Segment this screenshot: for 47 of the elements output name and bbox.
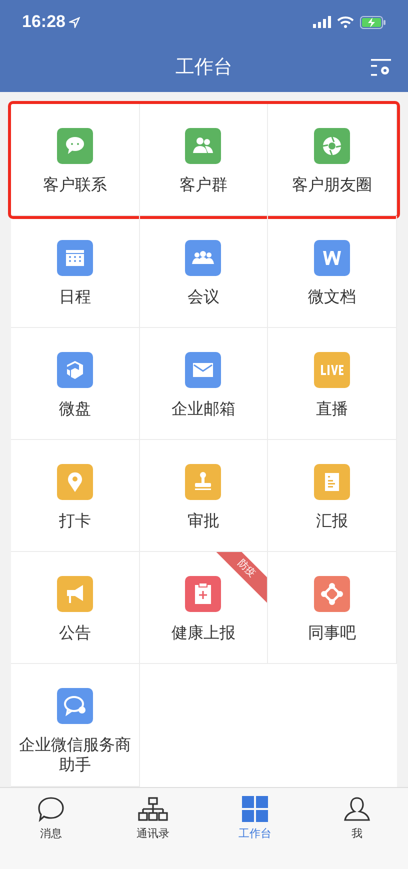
app-tile[interactable]: 会议 <box>140 216 268 328</box>
app-label: 企业邮箱 <box>170 400 236 420</box>
tab-bar-item[interactable]: 消息 <box>0 796 102 869</box>
app-tile[interactable]: 微文档 <box>268 216 397 328</box>
tab-bar-item[interactable]: 我 <box>306 796 408 869</box>
app-tile[interactable]: 审批 <box>140 440 268 552</box>
app-tile[interactable]: 企业微信服务商助手 <box>11 664 140 787</box>
app-tile[interactable]: 客户群 <box>140 104 268 216</box>
app-label: 微盘 <box>58 400 92 420</box>
chat-bubble-icon <box>37 796 65 822</box>
battery-charging-icon <box>360 16 386 28</box>
tab-bar-item[interactable]: 通讯录 <box>102 796 204 869</box>
app-tile[interactable]: 日程 <box>11 216 140 328</box>
app-label: 同事吧 <box>307 624 358 644</box>
app-tile[interactable]: 健康上报 防疫 <box>140 552 268 664</box>
app-tile[interactable]: 客户朋友圈 <box>268 104 397 216</box>
app-label: 日程 <box>58 288 92 308</box>
app-label: 客户联系 <box>42 176 108 196</box>
app-tile[interactable]: 汇报 <box>268 440 397 552</box>
app-label: 健康上报 <box>170 624 236 644</box>
app-tile[interactable]: 微盘 <box>11 328 140 440</box>
app-tile[interactable]: 公告 <box>11 552 140 664</box>
app-label: 公告 <box>58 624 92 644</box>
app-label: 会议 <box>186 288 220 308</box>
grid-icon <box>242 796 268 822</box>
tab-bar-item[interactable]: 工作台 <box>204 796 306 869</box>
app-tile[interactable]: 直播 <box>268 328 397 440</box>
page-title: 工作台 <box>176 56 232 80</box>
app-tile[interactable]: 客户联系 <box>11 104 140 216</box>
app-label: 直播 <box>315 400 350 420</box>
person-icon <box>343 796 371 822</box>
app-tile[interactable]: 企业邮箱 <box>140 328 268 440</box>
settings-icon[interactable] <box>371 59 391 77</box>
app-tile[interactable]: 打卡 <box>11 440 140 552</box>
app-label: 客户朋友圈 <box>291 176 374 196</box>
location-arrow-icon <box>69 16 80 28</box>
app-label: 企业微信服务商助手 <box>18 736 132 776</box>
wifi-icon <box>337 16 354 28</box>
app-label: 客户群 <box>178 176 228 196</box>
status-time: 16:28 <box>22 11 66 34</box>
org-chart-icon <box>138 796 168 822</box>
app-label: 汇报 <box>315 512 350 532</box>
app-label: 微文档 <box>307 288 358 308</box>
app-label: 打卡 <box>58 512 92 532</box>
app-tile[interactable]: 同事吧 <box>268 552 397 664</box>
app-label: 审批 <box>186 512 220 532</box>
signal-icon <box>313 16 331 28</box>
